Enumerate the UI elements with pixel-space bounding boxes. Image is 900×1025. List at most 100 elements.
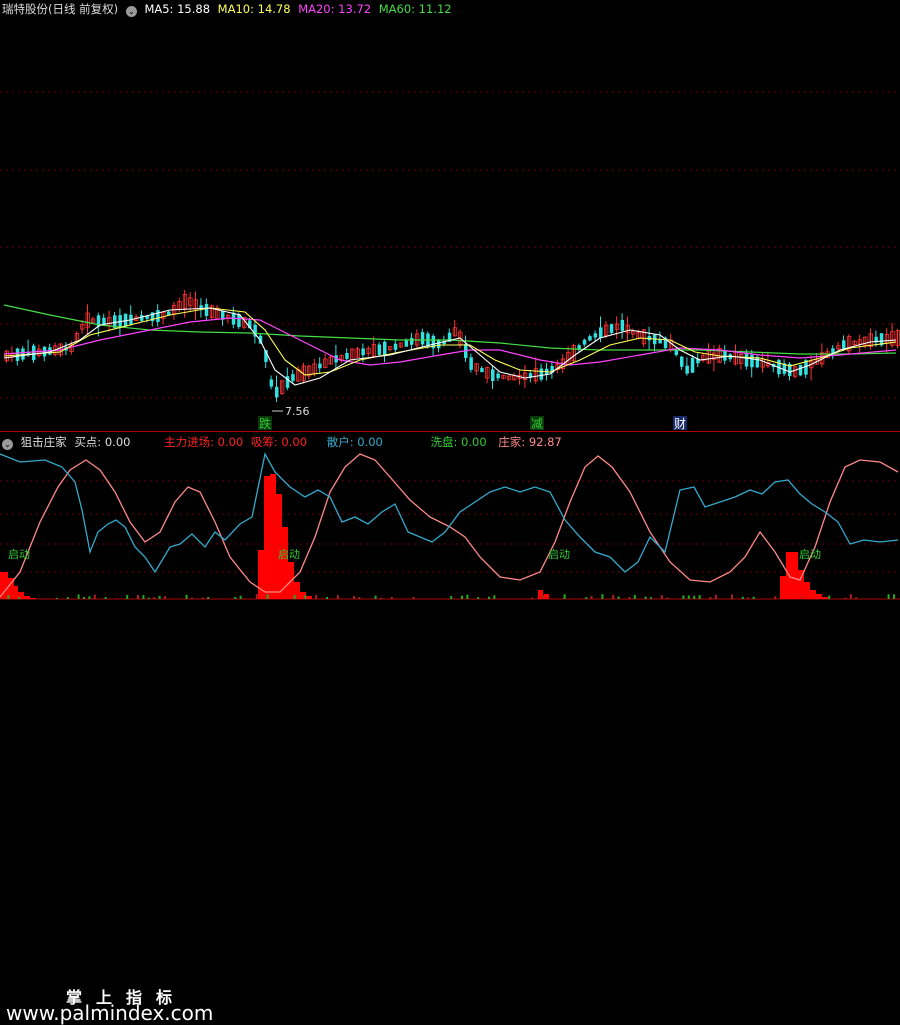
volume-tick [315,594,318,599]
candle-body-down [593,333,598,338]
volume-tick [698,595,701,599]
volume-tick [18,597,21,599]
main-force-bar [270,474,276,599]
wash-value: 洗盘: 0.00 [430,435,487,449]
volume-tick [56,597,58,599]
volume-tick [650,597,652,599]
volume-tick [801,595,804,599]
volume-tick [617,596,620,599]
volume-tick [601,594,604,599]
absorb-value: 吸筹: 0.00 [250,435,308,449]
volume-tick [612,594,615,599]
candle-body-down [690,358,695,373]
candle-body-down [750,354,754,368]
buy-value: 买点: 0.00 [74,435,131,449]
main-force-bar [544,594,549,599]
candle-body-down [496,373,500,379]
volume-tick [893,594,895,599]
main-force-bar [264,476,270,599]
volume-tick [77,594,80,599]
main-force-bar [12,586,18,599]
volume-tick [93,594,96,599]
main-force-value: 主力进场: 0.00 [164,435,244,449]
volume-tick [293,595,296,599]
main-force-bar [24,596,30,599]
volume-tick [709,596,712,599]
main-force-bar [276,494,282,599]
volume-tick [660,595,663,599]
volume-tick [628,597,631,599]
volume-tick [191,597,193,599]
volume-tick [412,596,415,599]
volume-tick [488,596,490,599]
main-force-bar [258,550,264,599]
volume-tick [693,595,696,599]
candle-body-down [393,343,398,350]
volume-tick [644,596,647,599]
candle-body-down [539,368,544,380]
candle-body-down [744,353,749,367]
low-price-label: 7.56 [285,405,310,418]
start-signal-label: 启动 [8,548,30,561]
volume-tick [185,594,188,599]
volume-tick [147,597,150,599]
candlestick-chart: 7.56 跌 减 财 [0,91,900,431]
candle-body-down [404,339,409,347]
volume-tick [563,594,566,599]
volume-tick [844,597,847,599]
main-force-bar [780,576,786,599]
volume-tick [590,596,593,599]
volume-tick [353,595,355,599]
price-chart-panel[interactable]: 7.56 跌 减 财 瑞特股份(日线 前复权) ⌄ MA5: 15.88 MA10: … [0,0,900,431]
volume-tick [255,594,258,599]
volume-tick [714,594,717,599]
indicator-dropdown-icon[interactable]: ⌄ [2,439,13,450]
volume-tick [752,596,755,599]
volume-tick [666,597,669,599]
indicator-panel[interactable]: 启动 启动 启动 启动 ⌄ 狙击庄家 买点: 0.00 主力进场: 0.00 吸筹: … [0,432,900,1025]
volume-tick [153,597,156,599]
event-marker-label: 财 [674,417,686,431]
candle-body-down [582,339,587,345]
volume-tick [304,595,307,599]
volume-tick [7,594,10,599]
volume-tick [239,595,242,599]
main-force-bar [30,598,36,599]
volume-tick [326,596,328,599]
volume-tick [83,596,85,599]
volume-tick [137,595,139,599]
candle-body-down [599,327,603,338]
ma5-value: MA5: 15.88 [144,2,211,16]
retail-line [0,452,899,574]
volume-tick [477,597,480,599]
start-signal-label: 启动 [548,548,570,561]
candle-body-down [609,324,614,333]
volume-tick [687,595,690,599]
candle-body-down [437,339,441,349]
start-signal-label: 启动 [278,548,300,561]
volume-tick [234,596,237,599]
candle-body-down [410,337,414,345]
candle-body-down [420,332,425,345]
volume-tick [380,597,382,599]
volume-tick [887,594,890,599]
volume-tick [493,595,496,599]
volume-tick [158,595,161,599]
volume-tick [747,597,750,599]
settings-dropdown-icon[interactable]: ⌄ [125,6,137,17]
volume-tick [633,594,636,599]
start-signal-label: 启动 [799,548,821,561]
main-force-bar [816,594,822,599]
candle-body-down [275,386,279,398]
main-force-bar [822,597,828,599]
volume-tick [531,597,534,599]
candle-body-down [620,319,625,331]
event-marker-label: 减 [531,417,543,431]
ma60-value: MA60: 11.12 [378,2,452,16]
volume-tick [466,594,469,599]
volume-tick [461,595,463,599]
volume-tick [142,595,145,599]
volume-tick [164,596,166,599]
volume-tick [682,595,685,599]
volume-tick [450,595,453,599]
